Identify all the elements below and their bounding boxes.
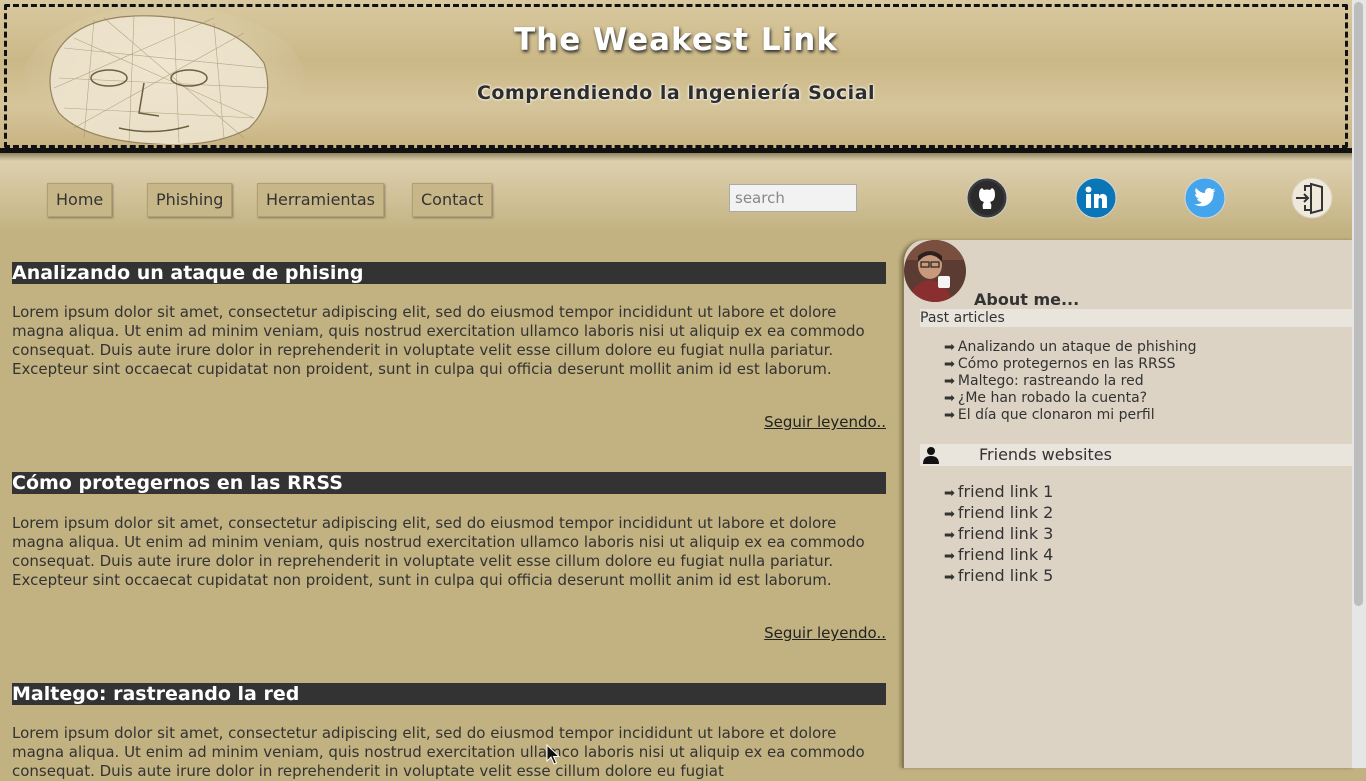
article-body: Lorem ipsum dolor sit amet, consectetur … [12, 514, 865, 589]
list-item[interactable]: ➡ Analizando un ataque de phishing [944, 339, 1344, 356]
arrow-right-icon: ➡ [944, 391, 955, 406]
read-more-link[interactable]: Seguir leyendo.. [586, 624, 886, 642]
list-item[interactable]: ➡ friend link 5 [944, 566, 1053, 587]
past-articles-header: Past articles [920, 309, 1354, 327]
past-articles-list: ➡ Analizando un ataque de phishing ➡ Cómo … [944, 339, 1344, 425]
nav-contact[interactable]: Contact [412, 183, 493, 217]
list-item[interactable]: ➡ friend link 4 [944, 545, 1053, 566]
friend-link[interactable]: friend link 2 [958, 503, 1053, 522]
arrow-right-icon: ➡ [944, 340, 955, 355]
nav-home[interactable]: Home [47, 183, 113, 217]
article-title[interactable]: Maltego: rastreando la red [12, 683, 886, 705]
list-item[interactable]: ➡ friend link 1 [944, 482, 1053, 503]
article-body: Lorem ipsum dolor sit amet, consectetur … [12, 303, 865, 378]
site-header: The Weakest Link Comprendiendo la Ingeni… [0, 0, 1352, 152]
article-title[interactable]: Analizando un ataque de phising [12, 262, 886, 284]
site-subtitle: Comprendiendo la Ingeniería Social [476, 82, 876, 104]
list-item[interactable]: ➡ friend link 3 [944, 524, 1053, 545]
about-me-heading[interactable]: About me... [974, 290, 1079, 309]
arrow-right-icon: ➡ [944, 549, 955, 564]
avatar [904, 240, 966, 302]
list-item[interactable]: ➡ Cómo protegernos en las RRSS [944, 356, 1344, 373]
mouse-cursor-icon [546, 744, 560, 765]
login-icon[interactable] [1291, 177, 1333, 219]
scrollbar-thumb[interactable] [1354, 2, 1363, 606]
sidebar: About me... Past articles ➡ Analizando un… [902, 240, 1354, 768]
friend-link[interactable]: friend link 3 [958, 524, 1053, 543]
list-item[interactable]: ➡ Maltego: rastreando la red [944, 373, 1344, 390]
list-item[interactable]: ➡ ¿Me han robado la cuenta? [944, 390, 1344, 407]
arrow-right-icon: ➡ [944, 486, 955, 501]
search-input[interactable] [729, 184, 857, 212]
friend-links-list: ➡ friend link 1 ➡ friend link 2 ➡ friend li… [944, 482, 1053, 587]
friend-link[interactable]: friend link 5 [958, 566, 1053, 585]
friend-link[interactable]: friend link 4 [958, 545, 1053, 564]
arrow-right-icon: ➡ [944, 374, 955, 389]
article-body: Lorem ipsum dolor sit amet, consectetur … [12, 724, 865, 780]
past-article-link[interactable]: Cómo protegernos en las RRSS [958, 356, 1176, 372]
nav-phishing[interactable]: Phishing [147, 183, 233, 217]
arrow-right-icon: ➡ [944, 507, 955, 522]
arrow-right-icon: ➡ [944, 408, 955, 423]
user-icon [923, 447, 939, 464]
twitter-icon[interactable] [1184, 177, 1226, 219]
past-article-link[interactable]: Analizando un ataque de phishing [958, 339, 1197, 355]
past-article-link[interactable]: ¿Me han robado la cuenta? [958, 390, 1147, 406]
friends-websites-label: Friends websites [979, 445, 1112, 464]
arrow-right-icon: ➡ [944, 570, 955, 585]
friend-link[interactable]: friend link 1 [958, 482, 1053, 501]
site-title: The Weakest Link [513, 22, 838, 58]
arrow-right-icon: ➡ [944, 357, 955, 372]
read-more-link[interactable]: Seguir leyendo.. [586, 413, 886, 431]
past-article-link[interactable]: El día que clonaron mi perfil [958, 407, 1155, 423]
arrow-right-icon: ➡ [944, 528, 955, 543]
list-item[interactable]: ➡ friend link 2 [944, 503, 1053, 524]
nav-herramientas[interactable]: Herramientas [257, 183, 384, 217]
past-article-link[interactable]: Maltego: rastreando la red [958, 373, 1144, 389]
list-item[interactable]: ➡ El día que clonaron mi perfil [944, 407, 1344, 424]
article-title[interactable]: Cómo protegernos en las RRSS [12, 472, 886, 494]
friends-websites-header: Friends websites [920, 444, 1354, 466]
linkedin-icon[interactable] [1075, 177, 1117, 219]
navigation-bar: Home Phishing Herramientas Contact [0, 153, 1352, 233]
github-icon[interactable] [966, 177, 1008, 219]
